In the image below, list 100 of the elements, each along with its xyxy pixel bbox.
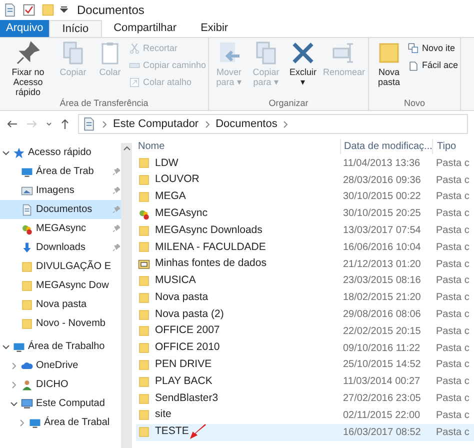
ribbon-tab[interactable]: Exibir <box>188 20 240 37</box>
breadcrumb[interactable]: Documentos <box>216 116 278 132</box>
file-name: Nova pasta (2) <box>155 306 224 322</box>
type-cell-text: Pasta c <box>435 174 470 188</box>
nav-label: Imagens <box>36 184 74 198</box>
type-cell-text: Pasta c <box>435 224 470 238</box>
file-row[interactable]: Nova pasta (2) 29/08/2016 08:06 Pasta c <box>136 306 474 323</box>
chevron-right-icon[interactable] <box>10 362 18 370</box>
nav-label: OneDrive <box>36 359 78 373</box>
nav-item[interactable]: MEGAsync Dow <box>0 276 121 295</box>
column-header[interactable]: Data de modificaç... <box>340 138 432 154</box>
up-arrow-icon[interactable] <box>60 118 70 130</box>
file-row[interactable]: site 02/11/2015 22:00 Pasta c <box>136 406 474 424</box>
checklist-icon <box>22 3 36 17</box>
breadcrumb[interactable]: Este Computador <box>113 116 199 132</box>
file-row[interactable]: LOUVOR 28/03/2016 09:36 Pasta c <box>136 172 474 189</box>
scissors-icon <box>129 43 140 54</box>
file-row[interactable]: MEGAsync 30/10/2015 20:25 Pasta c <box>136 205 474 222</box>
nav-item[interactable]: OneDrive <box>0 356 121 375</box>
chevron-down-icon[interactable] <box>10 400 18 408</box>
nav-item[interactable]: Área de Trabalho <box>0 337 121 356</box>
file-name: PEN DRIVE <box>155 357 212 372</box>
nav-item[interactable]: Este Computad <box>0 394 121 413</box>
file-row[interactable]: Nova pasta 18/02/2015 21:20 Pasta c <box>136 289 474 306</box>
type-cell-text: Pasta c <box>435 274 470 288</box>
nav-item[interactable]: Nova pasta <box>0 295 121 314</box>
file-row[interactable]: OFFICE 2010 09/10/2016 11:22 Pasta c <box>136 340 474 357</box>
nav-item[interactable]: Imagens <box>0 181 121 200</box>
nav-item[interactable]: Documentos <box>0 200 121 219</box>
type-cell-text: Pasta c <box>435 190 470 204</box>
file-row[interactable]: MUSICA 23/03/2015 08:16 Pasta c <box>136 272 474 290</box>
file-row[interactable]: SendBlaster3 27/02/2016 23:05 Pasta c <box>136 390 474 407</box>
chevron-down-icon[interactable] <box>2 342 10 350</box>
folder-icon <box>138 376 150 388</box>
date-cell-text: 27/02/2016 23:05 <box>342 392 422 406</box>
nav-item[interactable]: DICHO <box>0 375 121 394</box>
date-cell-text: 25/10/2015 14:52 <box>342 358 422 372</box>
file-row[interactable]: PLAY BACK 11/03/2014 00:27 Pasta c <box>136 373 474 390</box>
folder-icon <box>138 325 150 338</box>
folder-icon <box>21 280 33 292</box>
file-row[interactable]: MEGAsync Downloads 13/03/2017 07:54 Pasta c <box>136 222 474 239</box>
nav-item[interactable]: Acesso rápido <box>0 143 121 162</box>
column-header[interactable]: Nome <box>136 138 340 154</box>
scrollbar[interactable] <box>121 143 132 448</box>
folder-icon <box>138 292 150 304</box>
dropdown-icon[interactable] <box>60 6 68 14</box>
type-cell-text: Pasta c <box>435 375 470 390</box>
file-name: LDW <box>155 156 178 171</box>
folder-icon <box>138 342 150 354</box>
ribbon-button[interactable]: Nova pasta <box>371 41 408 97</box>
folder-icon <box>138 274 150 287</box>
file-name: MEGA <box>155 189 186 204</box>
path-icon <box>129 60 140 71</box>
file-row[interactable]: LDW 11/04/2013 13:36 Pasta c <box>136 155 474 172</box>
chevron-right-icon[interactable] <box>18 418 26 426</box>
date-cell-text: 09/10/2016 11:22 <box>342 342 422 356</box>
ribbon-button[interactable]: Fácil ace <box>408 58 458 73</box>
nav-item[interactable]: Área de Trabal <box>0 413 121 432</box>
date-cell-text: 29/08/2016 08:06 <box>342 308 422 322</box>
nav-item[interactable]: Novo - Novemb <box>0 314 121 333</box>
folder-icon <box>138 392 150 405</box>
address-bar[interactable]: Este Computador Documentos <box>78 114 468 134</box>
file-row[interactable]: TESTE 16/03/2017 08:52 Pasta c <box>136 424 474 441</box>
file-row[interactable]: OFFICE 2007 22/02/2015 20:15 Pasta c <box>136 322 474 340</box>
ribbon-button[interactable]: Novo ite <box>408 41 458 56</box>
folder-icon <box>21 260 33 272</box>
chevron-down-icon[interactable] <box>46 121 52 127</box>
pin-icon <box>16 41 40 65</box>
file-row[interactable]: MEGA 30/10/2015 00:22 Pasta c <box>136 188 474 206</box>
file-row[interactable]: Minhas fontes de dados 21/12/2013 01:20 Pasta c <box>136 256 474 273</box>
type-cell-text: Pasta c <box>435 308 470 322</box>
file-name: MILENA - FACULDADE <box>155 240 266 254</box>
ribbon-tab[interactable]: Início <box>49 20 102 37</box>
group-label: Novo <box>403 97 426 110</box>
folder-icon <box>21 318 33 330</box>
file-name: Nova pasta <box>155 290 208 305</box>
nav-label: Acesso rápido <box>28 146 92 160</box>
ribbon-tab[interactable]: Arquivo <box>0 20 50 37</box>
file-row[interactable]: PEN DRIVE 25/10/2015 14:52 Pasta c <box>136 356 474 374</box>
star-icon <box>13 146 25 158</box>
date-cell-text: 02/11/2015 22:00 <box>342 408 422 423</box>
download-icon <box>21 242 33 254</box>
chevron-right-icon[interactable] <box>10 380 18 388</box>
ribbon-tab[interactable]: Compartilhar <box>102 20 189 37</box>
nav-item[interactable]: Downloads <box>0 238 121 257</box>
nav-item[interactable]: DIVULGAÇÃO E <box>0 257 121 276</box>
type-cell-text: Pasta c <box>435 358 470 372</box>
chevron-up-icon[interactable] <box>122 145 130 151</box>
chevron-down-icon[interactable] <box>2 148 10 156</box>
back-arrow-icon[interactable] <box>6 119 18 129</box>
file-row[interactable]: MILENA - FACULDADE 16/06/2016 10:04 Pasta c <box>136 238 474 256</box>
nav-label: Downloads <box>36 241 86 255</box>
sync-folder-icon <box>21 222 33 234</box>
ribbon-button[interactable]: Fixar no Acesso rápido <box>2 41 54 97</box>
column-header[interactable]: Tipo <box>432 138 456 154</box>
ribbon-button[interactable]: Excluir ▾ <box>285 41 322 97</box>
folder-icon <box>138 190 150 203</box>
nav-item[interactable]: Área de Trab <box>0 162 121 181</box>
nav-item[interactable]: MEGAsync <box>0 219 121 238</box>
nav-label: Área de Trab <box>36 164 94 179</box>
